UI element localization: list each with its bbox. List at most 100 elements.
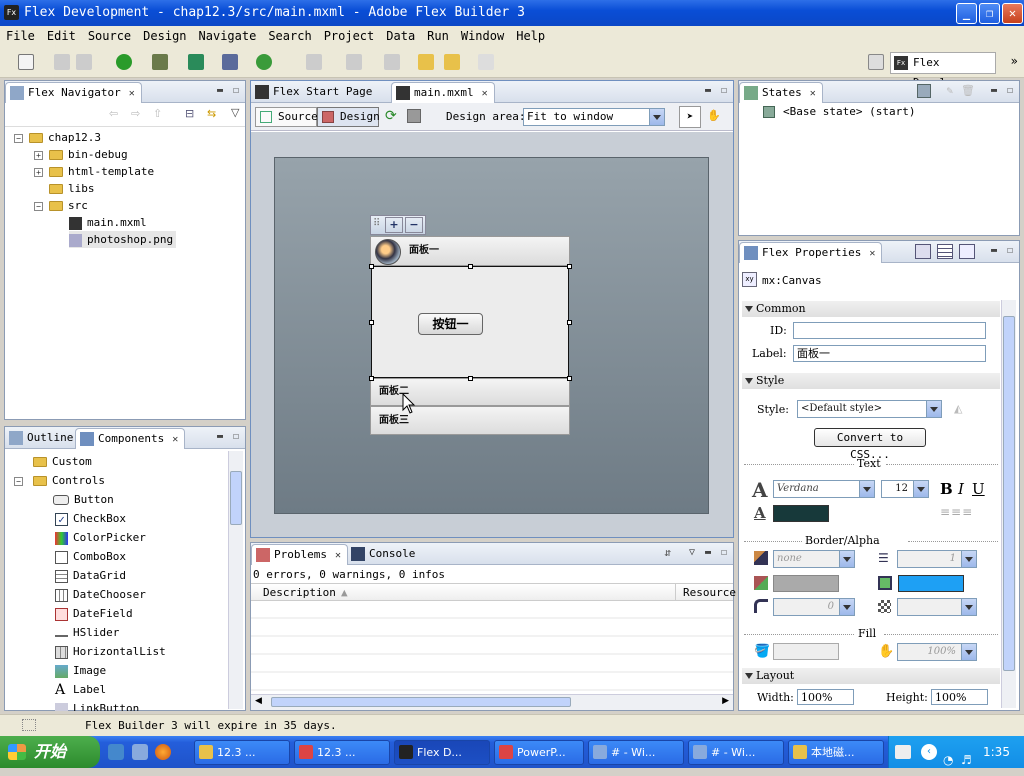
design-area-select[interactable]: Fit to window: [523, 108, 665, 126]
tab-outline[interactable]: Outline: [5, 428, 79, 449]
text-color-swatch[interactable]: [773, 505, 829, 522]
filter-icon[interactable]: ⇵: [664, 546, 671, 559]
component-image[interactable]: Image: [55, 662, 106, 679]
tab-components[interactable]: Components ✕: [75, 428, 186, 449]
component-label[interactable]: A Label: [55, 681, 106, 698]
selection-handle[interactable]: [468, 264, 473, 269]
menu-project[interactable]: Project: [318, 29, 381, 43]
component-checkbox[interactable]: ✓ CheckBox: [55, 510, 126, 527]
selection-handle[interactable]: [468, 376, 473, 381]
accordion-header-2[interactable]: 面板二: [370, 378, 570, 406]
tab-problems[interactable]: Problems ✕: [251, 544, 349, 565]
tree-item-bin-debug[interactable]: bin-debug: [49, 146, 128, 163]
tab-states[interactable]: States ✕: [739, 82, 823, 103]
font-family-select[interactable]: Verdana: [773, 480, 875, 498]
background-color-swatch[interactable]: [898, 575, 964, 592]
save-icon[interactable]: [54, 54, 70, 70]
refresh-icon[interactable]: ⟳: [385, 108, 397, 124]
fast-view-icon[interactable]: [22, 719, 36, 731]
tree-item-src[interactable]: src: [49, 197, 88, 214]
alpha-view-icon[interactable]: [959, 244, 975, 259]
accordion-header-1[interactable]: 面板一: [370, 236, 570, 266]
profile-icon[interactable]: [188, 54, 204, 70]
expander-icon[interactable]: −: [14, 134, 23, 143]
close-tab-icon[interactable]: ✕: [482, 88, 488, 99]
component-button[interactable]: Button: [53, 491, 114, 508]
tree-item-libs[interactable]: libs: [49, 180, 95, 197]
desktop-icon[interactable]: [108, 744, 124, 760]
menu-file[interactable]: File: [0, 29, 41, 43]
source-button[interactable]: Source: [255, 107, 318, 127]
tab-flex-navigator[interactable]: Flex Navigator ✕: [5, 82, 142, 103]
menu-data[interactable]: Data: [380, 29, 421, 43]
drag-handle-icon[interactable]: ⠿: [373, 218, 380, 229]
view-menu-icon[interactable]: ▽: [231, 106, 239, 119]
pan-mode-icon[interactable]: ✋: [703, 106, 725, 128]
scroll-thumb[interactable]: [1003, 316, 1015, 671]
menu-design[interactable]: Design: [137, 29, 192, 43]
keyboard-icon[interactable]: [895, 745, 911, 759]
convert-to-css-button[interactable]: Convert to CSS...: [814, 428, 926, 461]
scroll-thumb[interactable]: [230, 471, 242, 525]
task-wi-2[interactable]: # - Wi...: [688, 740, 784, 765]
tab-console[interactable]: Console: [347, 544, 421, 565]
close-tab-icon[interactable]: ✕: [129, 88, 135, 99]
forward-nav-icon[interactable]: ⇨: [131, 107, 140, 120]
category-view-icon[interactable]: [937, 244, 953, 259]
maximize-panel-icon[interactable]: ☐: [233, 85, 239, 96]
open-perspective-icon[interactable]: [868, 54, 884, 70]
back-icon[interactable]: [444, 54, 460, 70]
corner-radius-field[interactable]: 0: [773, 598, 855, 616]
more-perspectives-icon[interactable]: »: [1011, 54, 1018, 68]
component-datagrid[interactable]: DataGrid: [55, 567, 126, 584]
task-flex-d[interactable]: Flex D...: [394, 740, 490, 765]
select-mode-icon[interactable]: ➤: [679, 106, 701, 128]
run-icon[interactable]: [116, 54, 132, 70]
next-annotation-icon[interactable]: [346, 54, 362, 70]
delete-state-icon[interactable]: 🗑: [961, 84, 975, 97]
task-powerp[interactable]: PowerP...: [494, 740, 584, 765]
expander-icon[interactable]: +: [34, 168, 43, 177]
maximize-panel-icon[interactable]: ☐: [721, 547, 727, 558]
component-linkbutton[interactable]: LinkButton: [55, 700, 139, 711]
component-hslider[interactable]: HSlider: [55, 624, 119, 641]
problems-hscrollbar[interactable]: ◀ ▶: [251, 694, 733, 710]
close-tab-icon[interactable]: ✕: [810, 88, 816, 99]
minimize-panel-icon[interactable]: ▬: [991, 245, 997, 256]
close-tab-icon[interactable]: ✕: [869, 248, 875, 259]
component-horizontallist[interactable]: HorizontalList: [55, 643, 166, 660]
tab-flex-start-page[interactable]: Flex Start Page: [251, 82, 378, 103]
export-icon[interactable]: [222, 54, 238, 70]
link-editor-icon[interactable]: ⇆: [207, 107, 216, 120]
bold-icon[interactable]: B: [940, 480, 953, 498]
style-section-header[interactable]: Style: [742, 373, 1000, 389]
volume-icon[interactable]: ◔: [943, 744, 953, 776]
scroll-thumb[interactable]: [271, 697, 571, 707]
close-tab-icon[interactable]: ✕: [335, 550, 341, 561]
minimize-button[interactable]: _: [956, 3, 977, 24]
firefox-icon[interactable]: [155, 744, 171, 760]
properties-scrollbar[interactable]: [1001, 300, 1016, 708]
tree-item-main-mxml[interactable]: main.mxml: [69, 214, 147, 231]
last-edit-icon[interactable]: [418, 54, 434, 70]
menu-navigate[interactable]: Navigate: [193, 29, 263, 43]
prev-annotation-icon[interactable]: [384, 54, 400, 70]
maximize-panel-icon[interactable]: ☐: [1007, 85, 1013, 96]
scroll-left-icon[interactable]: ◀: [255, 696, 262, 706]
menu-run[interactable]: Run: [421, 29, 455, 43]
design-button[interactable]: Design: [317, 107, 380, 127]
close-tab-icon[interactable]: ✕: [172, 434, 178, 445]
print-icon[interactable]: [76, 54, 92, 70]
standard-view-icon[interactable]: [915, 244, 931, 259]
maximize-panel-icon[interactable]: ☐: [721, 85, 727, 96]
task-local-disk[interactable]: 本地磁...: [788, 740, 884, 765]
component-combobox[interactable]: ComboBox: [55, 548, 126, 565]
tree-item-photoshop-png[interactable]: photoshop.png: [69, 231, 177, 248]
column-resource[interactable]: Resource: [683, 586, 736, 599]
tree-item-chap12-3[interactable]: chap12.3: [29, 129, 101, 146]
accordion-content-canvas[interactable]: 按钮一: [371, 266, 569, 378]
states-icon[interactable]: [407, 109, 421, 123]
background-alpha-field[interactable]: [897, 598, 977, 616]
perspective-switcher[interactable]: Fx Flex Devel...: [890, 52, 996, 89]
task-ppt-12-3[interactable]: 12.3 ...: [294, 740, 390, 765]
